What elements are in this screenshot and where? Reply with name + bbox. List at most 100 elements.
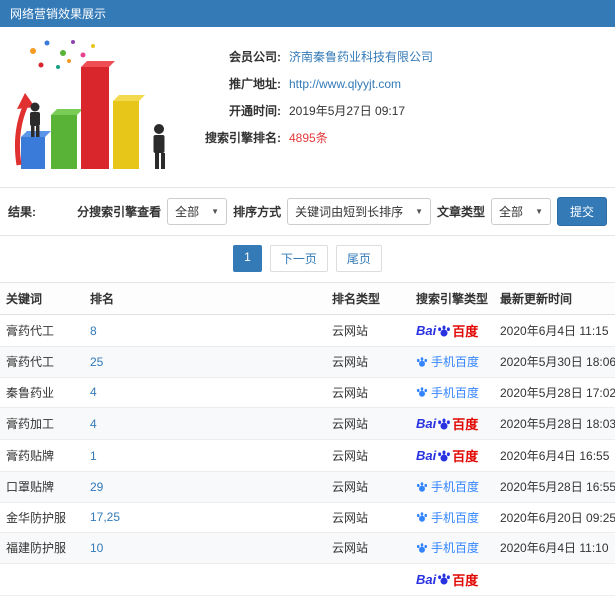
panel-title: 网络营销效果展示 <box>0 0 615 27</box>
table-header-row: 关键词 排名 排名类型 搜索引擎类型 最新更新时间 <box>0 282 615 315</box>
baidu-paw-icon <box>416 481 428 492</box>
header-engine-type: 搜索引擎类型 <box>410 282 494 315</box>
result-label: 结果: <box>8 205 36 219</box>
filter-controls: 分搜索引擎查看 全部 ▼ 排序方式 关键词由短到长排序 ▼ 文章类型 全部 ▼ … <box>77 197 607 226</box>
mobile-baidu-logo: 手机百度 <box>416 509 479 526</box>
baidu-logo: Bai 百度 <box>416 571 479 588</box>
engine-cell: Bai 百度 <box>410 314 494 347</box>
article-type-filter-value: 全部 <box>499 205 524 219</box>
mobile-baidu-logo: 手机百度 <box>416 353 479 370</box>
time-cell: 2020年5月28日 16:55 <box>494 471 615 503</box>
info-row-url: 推广地址: http://www.qlyyjt.com <box>181 70 605 97</box>
table-row: 金华防护服 17,25 云网站 手机百度 2020年6月20日 09:25 <box>0 502 615 533</box>
time-cell: 2020年6月4日 11:15 <box>494 314 615 347</box>
rank-type-cell: 云网站 <box>326 407 410 440</box>
engine-cell: 手机百度 <box>410 502 494 533</box>
time-cell: 2020年6月20日 09:25 <box>494 502 615 533</box>
rank-type-cell: 云网站 <box>326 439 410 472</box>
info-row-open-time: 开通时间: 2019年5月27日 09:17 <box>181 97 605 124</box>
rank-type-cell: 云网站 <box>326 502 410 533</box>
rank-cell: 17,25 <box>84 502 326 533</box>
baidu-paw-icon <box>438 573 451 585</box>
bar-chart-graphic <box>15 40 165 169</box>
table-row: 膏药加工 4 云网站 Bai 百度 2020年5月28日 18:03 <box>0 407 615 440</box>
article-type-filter-label: 文章类型 <box>437 205 486 219</box>
last-page-button[interactable]: 尾页 <box>335 245 382 272</box>
company-link[interactable]: 济南秦鲁药业科技有限公司 <box>289 48 433 65</box>
keyword-cell: 福建防护服 <box>0 532 84 564</box>
engine-cell: 手机百度 <box>410 532 494 564</box>
next-page-button[interactable]: 下一页 <box>269 245 328 272</box>
sort-filter-value: 关键词由短到长排序 <box>295 205 404 219</box>
keyword-cell: 膏药贴牌 <box>0 439 84 472</box>
rank-link[interactable]: 8 <box>90 324 97 338</box>
results-table: 关键词 排名 排名类型 搜索引擎类型 最新更新时间 膏药代工 8 云网站 Bai 百度 2… <box>0 282 615 596</box>
baidu-paw-icon <box>416 512 428 522</box>
sort-filter-select[interactable]: 关键词由短到长排序 ▼ <box>287 198 432 225</box>
keyword-cell <box>0 563 84 596</box>
baidu-paw-icon <box>438 325 451 337</box>
rank-cell: 10 <box>84 532 326 564</box>
engine-rank-count: 4895条 <box>289 131 328 145</box>
rank-cell: 4 <box>84 377 326 408</box>
rank-cell <box>84 563 326 596</box>
rank-type-cell: 云网站 <box>326 346 410 378</box>
open-time-value: 2019年5月27日 09:17 <box>289 104 406 118</box>
keyword-cell: 膏药加工 <box>0 407 84 440</box>
table-row: 膏药代工 25 云网站 手机百度 2020年5月30日 18:06 <box>0 346 615 378</box>
keyword-cell: 膏药代工 <box>0 346 84 378</box>
mobile-baidu-logo: 手机百度 <box>416 478 479 495</box>
rank-link[interactable]: 17,25 <box>90 510 120 524</box>
engine-rank-label: 搜索引擎排名: <box>205 131 281 145</box>
header-rank-type: 排名类型 <box>326 282 410 315</box>
engine-cell: Bai 百度 <box>410 407 494 440</box>
mobile-baidu-logo: 手机百度 <box>416 539 479 556</box>
engine-filter-value: 全部 <box>175 205 200 219</box>
keyword-cell: 口罩贴牌 <box>0 471 84 503</box>
panel-body: 会员公司: 济南秦鲁药业科技有限公司 推广地址: http://www.qlyy… <box>0 27 615 187</box>
rank-link[interactable]: 4 <box>90 385 97 399</box>
header-keyword: 关键词 <box>0 282 84 315</box>
rank-type-cell: 云网站 <box>326 377 410 408</box>
baidu-logo: Bai 百度 <box>416 448 479 464</box>
member-info: 会员公司: 济南秦鲁药业科技有限公司 推广地址: http://www.qlyy… <box>181 35 605 175</box>
table-row: 口罩贴牌 29 云网站 手机百度 2020年5月28日 16:55 <box>0 471 615 503</box>
rank-cell: 1 <box>84 439 326 472</box>
time-cell: 2020年6月4日 16:55 <box>494 439 615 472</box>
baidu-paw-icon <box>438 450 451 462</box>
promotion-url-link[interactable]: http://www.qlyyjt.com <box>289 77 401 91</box>
time-cell: 2020年5月28日 17:02 <box>494 377 615 408</box>
engine-cell: 手机百度 <box>410 471 494 503</box>
time-cell: 2020年5月30日 18:06 <box>494 346 615 378</box>
time-cell <box>494 563 615 596</box>
keyword-cell: 金华防护服 <box>0 502 84 533</box>
rank-link[interactable]: 29 <box>90 480 103 494</box>
engine-filter-label: 分搜索引擎查看 <box>77 205 162 219</box>
rank-type-cell: 云网站 <box>326 471 410 503</box>
baidu-logo: Bai 百度 <box>416 323 479 339</box>
results-table-body: 膏药代工 8 云网站 Bai 百度 2020年6月4日 11:15 膏药代工 25 云网站 手机百… <box>0 314 615 596</box>
article-type-filter-select[interactable]: 全部 ▼ <box>491 198 551 225</box>
rank-link[interactable]: 25 <box>90 355 103 369</box>
baidu-paw-icon <box>416 542 428 553</box>
info-row-engine-rank: 搜索引擎排名: 4895条 <box>181 124 605 151</box>
engine-filter-select[interactable]: 全部 ▼ <box>167 198 228 225</box>
submit-button[interactable]: 提交 <box>556 197 607 226</box>
table-row: 膏药贴牌 1 云网站 Bai 百度 2020年6月4日 16:55 <box>0 439 615 472</box>
baidu-paw-icon <box>416 387 428 397</box>
rank-link[interactable]: 4 <box>90 417 97 431</box>
keyword-cell: 膏药代工 <box>0 314 84 347</box>
url-label: 推广地址: <box>229 77 281 91</box>
rank-type-cell: 云网站 <box>326 532 410 564</box>
marketing-panel: 网络营销效果展示 会员公司: 济南秦鲁药业科技有限公司 推广地址: http:/… <box>0 0 615 187</box>
rank-link[interactable]: 10 <box>90 541 103 555</box>
header-rank: 排名 <box>84 282 326 315</box>
rank-link[interactable]: 1 <box>90 449 97 463</box>
engine-cell: Bai 百度 <box>410 439 494 472</box>
engine-cell: Bai 百度 <box>410 563 494 596</box>
rank-cell: 8 <box>84 314 326 347</box>
page-1-button[interactable]: 1 <box>233 245 262 272</box>
chevron-down-icon: ▼ <box>211 207 220 216</box>
chevron-down-icon: ▼ <box>535 207 543 216</box>
chevron-down-icon: ▼ <box>415 207 424 216</box>
